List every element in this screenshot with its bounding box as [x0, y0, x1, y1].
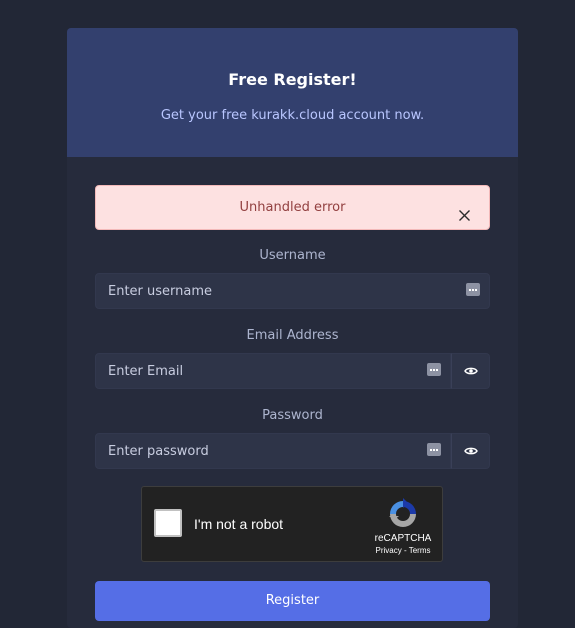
- recaptcha-checkbox[interactable]: [154, 509, 182, 537]
- recaptcha-logo-icon: [389, 498, 416, 527]
- recaptcha-label: I'm not a robot: [194, 516, 284, 532]
- password-label: Password: [262, 408, 323, 423]
- username-box: [95, 273, 490, 309]
- password-visibility-toggle[interactable]: [451, 433, 490, 469]
- page-subtitle: Get your free kurakk.cloud account now.: [160, 108, 425, 123]
- password-group: [95, 433, 490, 469]
- register-form: Unhandled error Username Email Address: [67, 157, 518, 621]
- email-label: Email Address: [246, 328, 339, 343]
- recaptcha-links: Privacy - Terms: [362, 546, 444, 556]
- recaptcha-terms-link[interactable]: Terms: [409, 546, 431, 555]
- password-manager-icon[interactable]: [427, 443, 441, 456]
- recaptcha-privacy-link[interactable]: Privacy: [376, 546, 402, 555]
- username-label: Username: [259, 248, 326, 263]
- close-icon[interactable]: [456, 199, 473, 221]
- register-button[interactable]: Register: [95, 581, 490, 621]
- username-group: [95, 273, 490, 309]
- recaptcha-brand: reCAPTCHA: [374, 533, 432, 544]
- email-group: [95, 353, 490, 389]
- eye-icon: [463, 447, 478, 455]
- email-visibility-toggle[interactable]: [451, 353, 490, 389]
- username-input[interactable]: [96, 274, 489, 308]
- recaptcha-widget: I'm not a robot reCAPTCHA Privacy - Term…: [141, 486, 443, 562]
- password-input[interactable]: [96, 434, 450, 468]
- email-box: [95, 353, 451, 389]
- password-manager-icon[interactable]: [427, 363, 441, 376]
- eye-icon: [463, 367, 478, 375]
- email-input[interactable]: [96, 354, 450, 388]
- register-card: Free Register! Get your free kurakk.clou…: [67, 28, 518, 628]
- page-title: Free Register!: [228, 70, 357, 89]
- password-box: [95, 433, 451, 469]
- error-alert-message: Unhandled error: [239, 200, 346, 215]
- password-manager-icon[interactable]: [466, 283, 480, 296]
- card-header: Free Register! Get your free kurakk.clou…: [67, 28, 518, 157]
- error-alert: Unhandled error: [95, 185, 490, 230]
- recaptcha-links-separator: -: [401, 546, 409, 555]
